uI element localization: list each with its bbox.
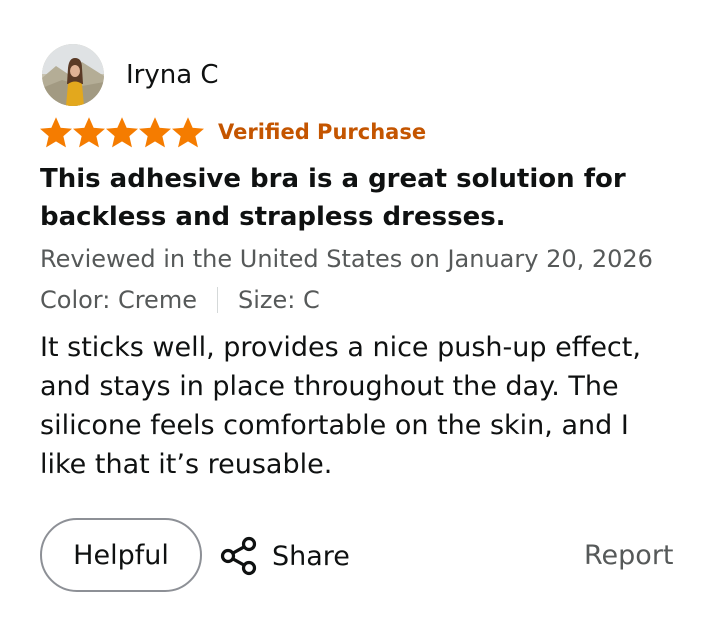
star-icon [73,116,105,147]
variant-size: Size: C [237,286,320,314]
variant-divider [216,287,218,313]
share-label: Share [272,540,350,572]
helpful-button[interactable]: Helpful [40,518,202,592]
report-link[interactable]: Report [584,538,674,574]
review-body: It sticks well, provides a nice push-up … [40,332,641,480]
review-meta: Reviewed in the United States on January… [40,245,653,273]
variant-color: Color: Creme [40,286,197,314]
rating-row: Verified Purchase [40,116,426,148]
star-icon [106,116,138,147]
star-icon [40,116,72,147]
reviewer-name[interactable]: Iryna C [126,59,219,91]
star-rating[interactable] [40,116,204,148]
review-title: This adhesive bra is a great solution fo… [40,164,626,232]
share-button[interactable]: Share [218,532,350,580]
variant-info: Color: Creme Size: C [40,283,320,317]
share-icon [218,535,260,577]
star-icon [172,116,204,147]
verified-purchase-badge: Verified Purchase [218,120,427,144]
star-icon [139,116,171,147]
avatar [42,44,104,106]
